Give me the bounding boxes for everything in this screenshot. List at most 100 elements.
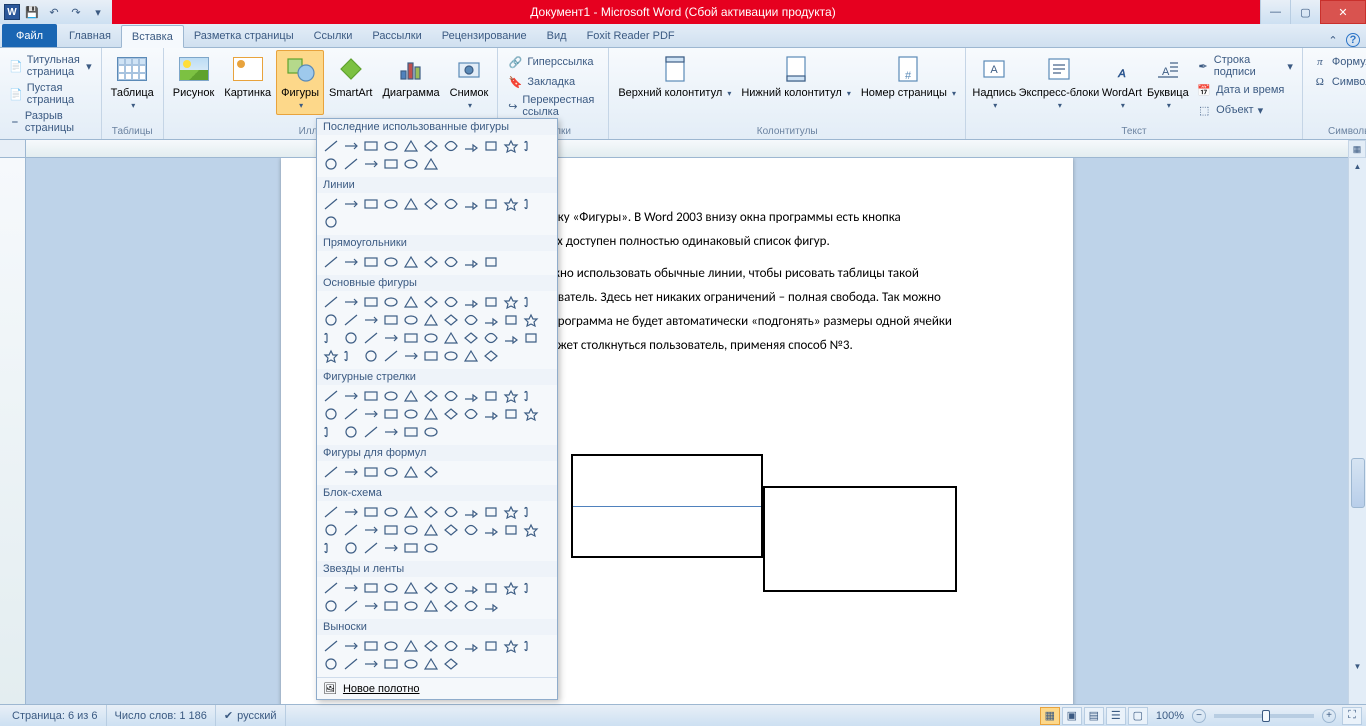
cover-page-button[interactable]: 📄Титульная страница ▾ <box>6 52 95 80</box>
table-button[interactable]: Таблица <box>106 50 159 115</box>
shape-item[interactable] <box>501 329 521 347</box>
shape-item[interactable] <box>401 293 421 311</box>
shape-item[interactable] <box>361 195 381 213</box>
shape-item[interactable] <box>461 503 481 521</box>
zoom-level[interactable]: 100% <box>1156 710 1184 722</box>
shape-item[interactable] <box>341 503 361 521</box>
shape-item[interactable] <box>401 655 421 673</box>
shape-item[interactable] <box>521 311 541 329</box>
view-draft[interactable]: ▢ <box>1128 707 1148 725</box>
scroll-up-icon[interactable]: ▲ <box>1349 158 1366 174</box>
shape-item[interactable] <box>421 137 441 155</box>
maximize-button[interactable]: ▢ <box>1290 0 1320 24</box>
shape-item[interactable] <box>361 137 381 155</box>
shape-item[interactable] <box>381 329 401 347</box>
shape-item[interactable] <box>481 347 501 365</box>
shape-item[interactable] <box>481 503 501 521</box>
vertical-scrollbar[interactable]: ▲ ▼ <box>1348 158 1366 704</box>
shape-item[interactable] <box>501 503 521 521</box>
shape-item[interactable] <box>341 463 361 481</box>
shape-item[interactable] <box>441 521 461 539</box>
shape-item[interactable] <box>461 521 481 539</box>
shape-item[interactable] <box>401 539 421 557</box>
shape-item[interactable] <box>481 405 501 423</box>
shape-item[interactable] <box>521 405 541 423</box>
shape-item[interactable] <box>361 387 381 405</box>
shape-item[interactable] <box>441 597 461 615</box>
shape-item[interactable] <box>461 579 481 597</box>
shape-item[interactable] <box>361 329 381 347</box>
shape-item[interactable] <box>521 293 541 311</box>
shape-item[interactable] <box>421 539 441 557</box>
shape-item[interactable] <box>421 597 441 615</box>
shape-item[interactable] <box>321 195 341 213</box>
sigline-button[interactable]: ✒Строка подписи ▾ <box>1193 52 1296 80</box>
shape-item[interactable] <box>361 253 381 271</box>
shape-item[interactable] <box>481 637 501 655</box>
shape-item[interactable] <box>421 155 441 173</box>
tab-review[interactable]: Рецензирование <box>432 24 537 47</box>
shape-item[interactable] <box>521 329 541 347</box>
shape-item[interactable] <box>501 311 521 329</box>
shape-item[interactable] <box>521 579 541 597</box>
shape-item[interactable] <box>461 387 481 405</box>
crossref-button[interactable]: ↪Перекрестная ссылка <box>504 92 602 120</box>
pagenum-button[interactable]: #Номер страницы <box>856 50 961 103</box>
shape-item[interactable] <box>401 329 421 347</box>
scroll-down-icon[interactable]: ▼ <box>1349 658 1366 674</box>
shape-item[interactable] <box>321 655 341 673</box>
shape-item[interactable] <box>361 521 381 539</box>
hyperlink-button[interactable]: 🔗Гиперссылка <box>504 52 602 72</box>
shape-item[interactable] <box>321 387 341 405</box>
shape-item[interactable] <box>421 463 441 481</box>
dropcap-button[interactable]: AБуквица <box>1145 50 1192 115</box>
shape-item[interactable] <box>361 655 381 673</box>
shape-item[interactable] <box>421 195 441 213</box>
ruler-toggle[interactable]: ▦ <box>1348 140 1366 158</box>
shape-item[interactable] <box>401 503 421 521</box>
tab-file[interactable]: Файл <box>2 24 57 47</box>
shape-item[interactable] <box>321 539 341 557</box>
shape-item[interactable] <box>321 503 341 521</box>
shape-item[interactable] <box>421 579 441 597</box>
shape-item[interactable] <box>361 579 381 597</box>
app-icon[interactable]: W <box>4 4 20 20</box>
help-icon[interactable]: ? <box>1346 33 1360 47</box>
shape-item[interactable] <box>461 637 481 655</box>
shape-item[interactable] <box>341 253 361 271</box>
horizontal-ruler[interactable] <box>26 140 1348 158</box>
redo-button[interactable]: ↷ <box>66 2 86 22</box>
tab-mailings[interactable]: Рассылки <box>362 24 431 47</box>
shape-item[interactable] <box>421 253 441 271</box>
shape-item[interactable] <box>521 637 541 655</box>
shape-item[interactable] <box>381 579 401 597</box>
shape-item[interactable] <box>321 423 341 441</box>
shape-item[interactable] <box>401 311 421 329</box>
shape-item[interactable] <box>321 293 341 311</box>
shape-item[interactable] <box>361 597 381 615</box>
shape-item[interactable] <box>321 463 341 481</box>
shape-item[interactable] <box>441 253 461 271</box>
zoom-slider[interactable] <box>1214 714 1314 718</box>
shape-item[interactable] <box>521 503 541 521</box>
equation-button[interactable]: πФормула ▾ <box>1309 52 1366 72</box>
shape-item[interactable] <box>341 311 361 329</box>
shape-item[interactable] <box>401 347 421 365</box>
symbol-button[interactable]: ΩСимвол ▾ <box>1309 72 1366 92</box>
shape-item[interactable] <box>481 329 501 347</box>
shape-item[interactable] <box>441 637 461 655</box>
shape-item[interactable] <box>481 293 501 311</box>
shape-item[interactable] <box>321 213 341 231</box>
tab-view[interactable]: Вид <box>537 24 577 47</box>
chart-button[interactable]: Диаграмма <box>377 50 444 102</box>
shape-item[interactable] <box>381 253 401 271</box>
shape-item[interactable] <box>481 195 501 213</box>
shape-item[interactable] <box>441 387 461 405</box>
shape-item[interactable] <box>441 655 461 673</box>
shape-item[interactable] <box>341 329 361 347</box>
shape-item[interactable] <box>521 521 541 539</box>
shape-item[interactable] <box>441 311 461 329</box>
datetime-button[interactable]: 📅Дата и время <box>1193 80 1296 100</box>
shape-item[interactable] <box>361 463 381 481</box>
shape-item[interactable] <box>381 405 401 423</box>
